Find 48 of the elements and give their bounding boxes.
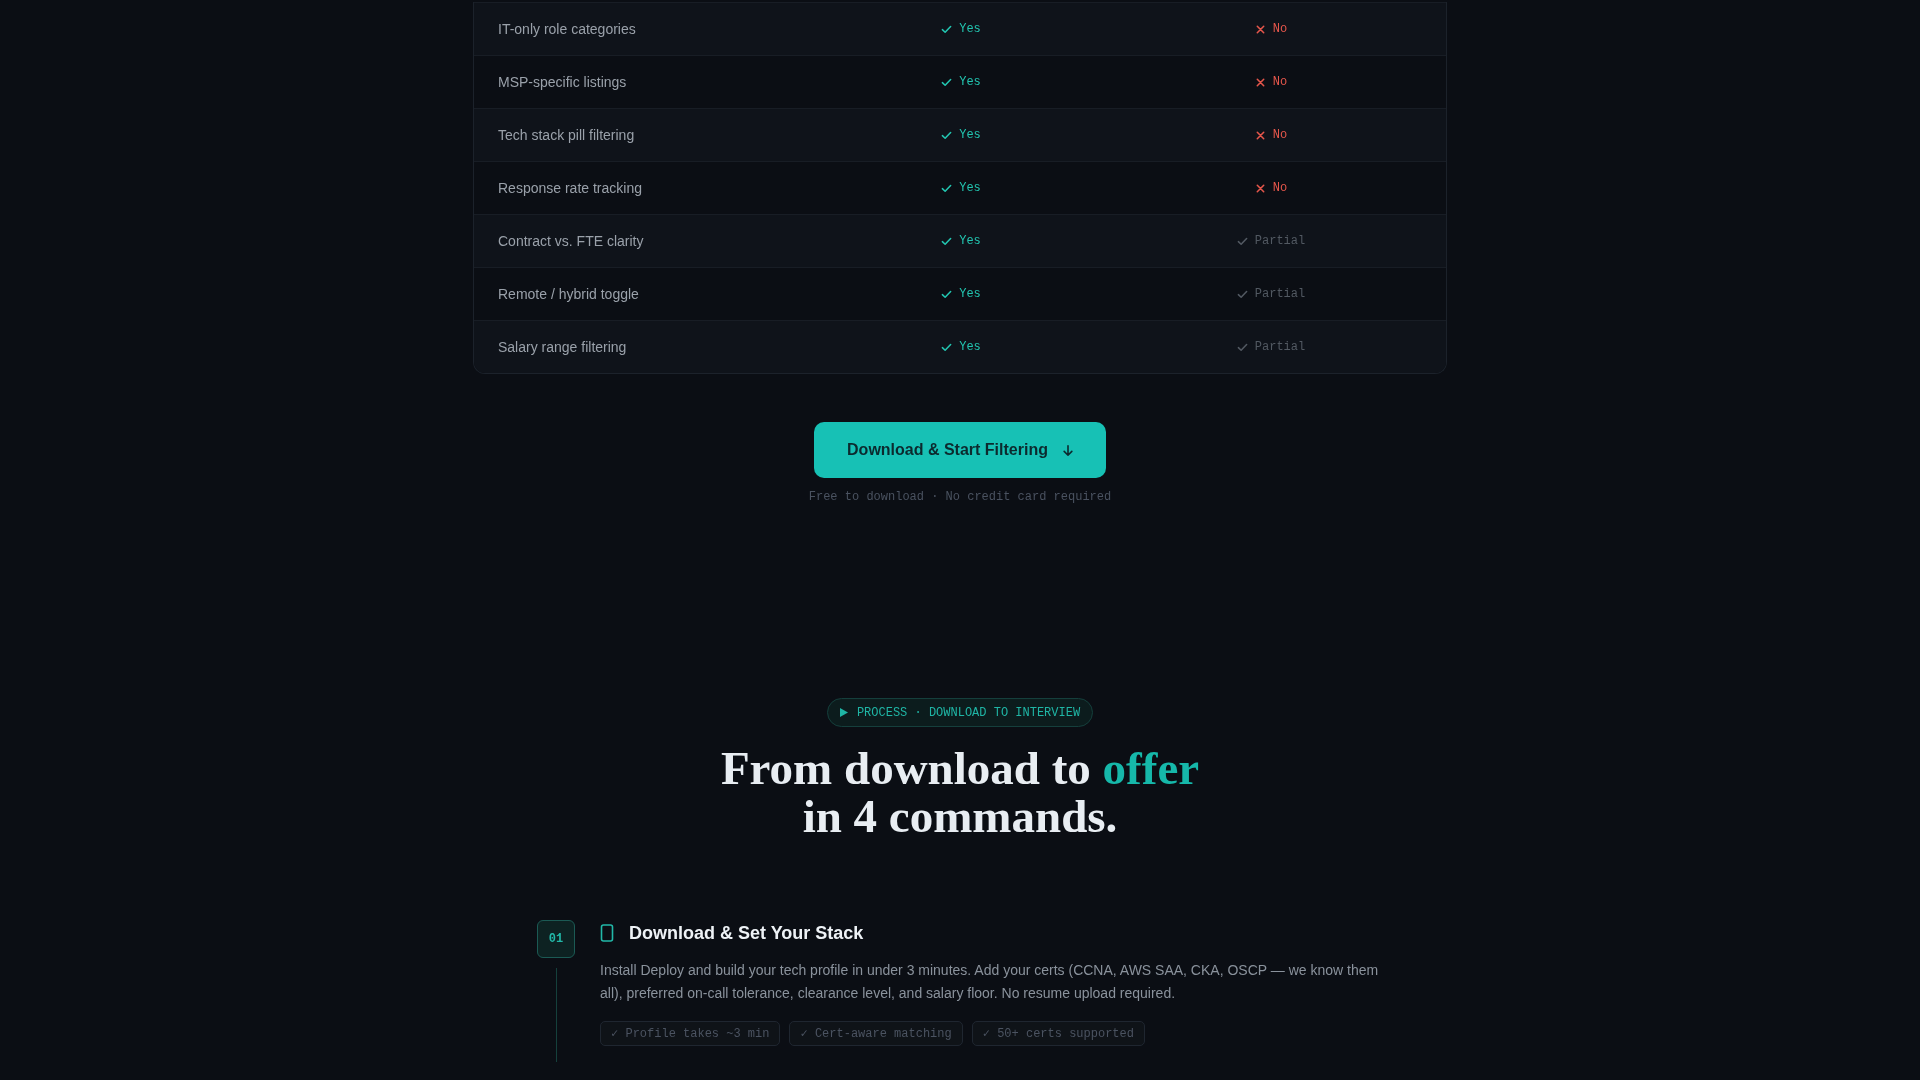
check-icon bbox=[941, 182, 953, 194]
arrow-down-icon bbox=[1062, 444, 1073, 456]
step-description: Install Deploy and build your tech profile in under 3 minutes. Add your certs (CCNA, AWS SAA, CKA, OSCP — we know them all), preferred on-call tolerance, clearance level, and salary floor. No resume upload required. bbox=[600, 961, 1380, 1003]
feature-chip: ✓ Profile takes ~3 min bbox=[600, 1021, 781, 1046]
status-text: Yes bbox=[959, 127, 981, 143]
status-text: Yes bbox=[959, 74, 981, 90]
check-icon bbox=[941, 76, 953, 88]
status-text: No bbox=[1272, 74, 1288, 90]
cross-icon bbox=[1254, 129, 1266, 141]
check-icon bbox=[941, 341, 953, 353]
check-icon bbox=[941, 23, 953, 35]
check-icon bbox=[1236, 288, 1248, 300]
status-text: Partial bbox=[1254, 286, 1306, 302]
status-text: No bbox=[1272, 180, 1288, 196]
phone-icon bbox=[600, 924, 614, 942]
download-note: Free to download · No credit card required bbox=[808, 489, 1112, 505]
step-title: Download & Set Your Stack bbox=[629, 921, 864, 945]
feature-label: MSP-specific listings bbox=[498, 72, 627, 92]
status-text: No bbox=[1272, 127, 1288, 143]
cross-icon bbox=[1254, 76, 1266, 88]
status-text: Partial bbox=[1254, 339, 1306, 355]
play-icon bbox=[839, 708, 848, 717]
status-text: Yes bbox=[959, 180, 981, 196]
check-icon bbox=[941, 288, 953, 300]
check-icon bbox=[1236, 235, 1248, 247]
feature-label: Tech stack pill filtering bbox=[498, 125, 635, 145]
feature-label: IT-only role categories bbox=[498, 19, 636, 39]
status-text: Partial bbox=[1254, 233, 1306, 249]
cross-icon bbox=[1254, 182, 1266, 194]
status-text: Yes bbox=[959, 339, 981, 355]
step-number: 01 bbox=[537, 920, 575, 958]
cross-icon bbox=[1254, 23, 1266, 35]
section-heading: From download to offer in 4 commands. bbox=[720, 744, 1200, 840]
feature-chip: ✓ Cert-aware matching bbox=[789, 1021, 963, 1046]
check-icon bbox=[1236, 341, 1248, 353]
status-text: Yes bbox=[959, 233, 981, 249]
feature-chip: ✓ 50+ certs supported bbox=[971, 1021, 1145, 1046]
status-text: Yes bbox=[959, 286, 981, 302]
feature-label: Remote / hybrid toggle bbox=[498, 284, 639, 304]
download-button[interactable]: Download & Start Filtering bbox=[814, 422, 1106, 478]
badge-text: PROCESS · DOWNLOAD TO INTERVIEW bbox=[856, 704, 1081, 721]
status-text: No bbox=[1272, 21, 1288, 37]
status-text: Yes bbox=[959, 21, 981, 37]
check-icon bbox=[941, 235, 953, 247]
feature-label: Salary range filtering bbox=[498, 337, 627, 357]
feature-label: Response rate tracking bbox=[498, 178, 642, 198]
check-icon bbox=[941, 129, 953, 141]
feature-label: Contract vs. FTE clarity bbox=[498, 231, 644, 251]
